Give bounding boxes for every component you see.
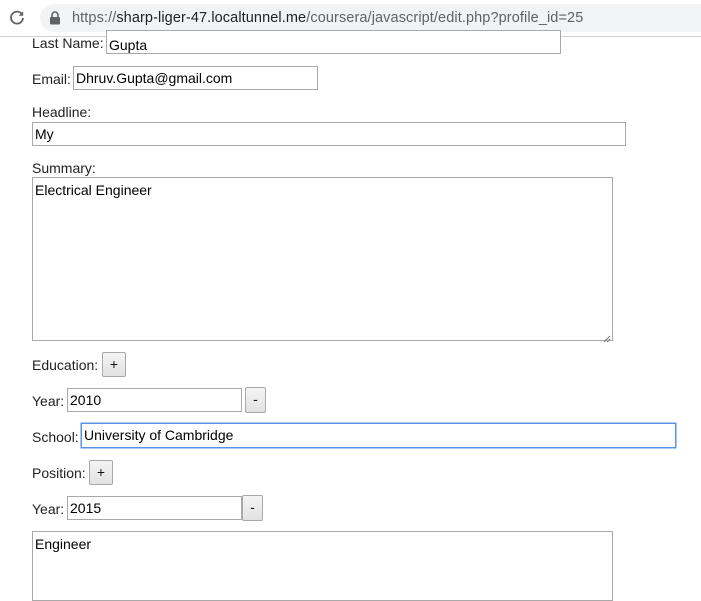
add-position-button[interactable]: + xyxy=(89,460,113,485)
reload-icon[interactable] xyxy=(7,8,27,28)
last-name-input[interactable]: Gupta xyxy=(106,30,561,54)
position-year-label: Year: xyxy=(32,501,65,517)
position-year-input[interactable]: 2015 xyxy=(67,496,242,520)
education-label: Education: xyxy=(32,357,99,373)
headline-label: Headline: xyxy=(32,104,92,120)
school-label: School: xyxy=(32,429,79,445)
add-education-button[interactable]: + xyxy=(102,352,126,377)
lock-icon xyxy=(49,11,61,25)
email-input[interactable]: Dhruv.Gupta@gmail.com xyxy=(73,66,318,90)
summary-text: Electrical Engineer xyxy=(35,182,152,198)
education-year-label: Year: xyxy=(32,393,65,409)
resize-grip-icon[interactable] xyxy=(602,330,611,343)
url-text[interactable]: https://sharp-liger-47.localtunnel.me/co… xyxy=(72,10,583,26)
remove-education-button[interactable]: - xyxy=(245,387,266,413)
education-year-input[interactable]: 2010 xyxy=(67,388,242,412)
url-scheme: https:// xyxy=(72,10,117,26)
headline-input[interactable]: My xyxy=(32,122,626,146)
summary-textarea[interactable]: Electrical Engineer xyxy=(32,177,613,343)
url-path: /coursera/javascript/edit.php?profile_id… xyxy=(306,10,584,26)
position-description-textarea[interactable]: Engineer xyxy=(32,531,613,601)
summary-label: Summary: xyxy=(32,160,96,176)
url-host: sharp-liger-47.localtunnel.me xyxy=(116,10,307,26)
remove-position-button[interactable]: - xyxy=(242,495,263,521)
school-input[interactable]: University of Cambridge xyxy=(81,423,676,448)
position-label: Position: xyxy=(32,465,86,481)
address-bar[interactable]: https://sharp-liger-47.localtunnel.me/co… xyxy=(40,4,701,32)
position-description-text: Engineer xyxy=(35,536,92,552)
last-name-label: Last Name: xyxy=(32,35,104,51)
email-label: Email: xyxy=(32,71,71,87)
